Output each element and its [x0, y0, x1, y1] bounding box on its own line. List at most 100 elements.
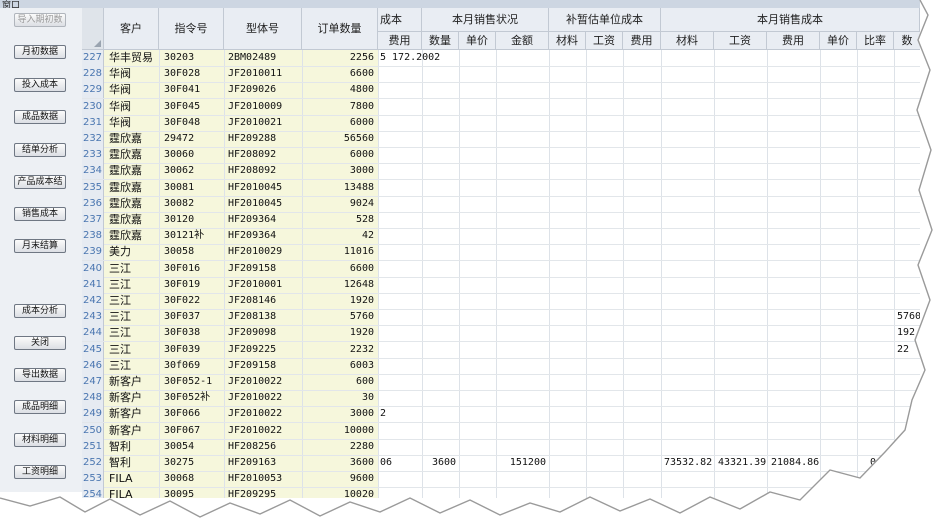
row-number[interactable]: 244 [82, 325, 104, 342]
cell-command-no[interactable]: 30F022 [164, 293, 228, 309]
row-number[interactable]: 243 [82, 309, 104, 326]
cell-command-no[interactable]: 30081 [164, 180, 228, 196]
table-row[interactable]: 254 FILA 30095 HF209295 10020 [82, 487, 920, 498]
cell-command-no[interactable]: 30F052-1 [164, 374, 228, 390]
cell-model-no[interactable]: HF208092 [228, 163, 308, 179]
cell-model-no[interactable]: HF209364 [228, 212, 308, 228]
cell-model-no[interactable]: JF209158 [228, 261, 308, 277]
header-sales-qty[interactable]: 数量 [422, 32, 459, 50]
cell-cost-material[interactable]: 73532.82 [664, 455, 716, 471]
cell-order-qty[interactable]: 7800 [302, 99, 374, 115]
cell-model-no[interactable]: JF2010022 [228, 406, 308, 422]
cell-order-qty[interactable]: 9024 [302, 196, 374, 212]
cell-command-no[interactable]: 30F041 [164, 82, 228, 98]
cell-order-qty[interactable]: 10020 [302, 487, 374, 498]
table-row[interactable]: 247 新客户 30F052-1 JF2010022 600 [82, 374, 920, 391]
cell-customer[interactable]: 霆欣嘉 [109, 228, 159, 244]
row-number[interactable]: 236 [82, 195, 104, 212]
cell-customer[interactable]: 三江 [109, 261, 159, 277]
cell-model-no[interactable]: HF2010053 [228, 471, 308, 487]
close-button[interactable]: 关闭 [14, 336, 66, 350]
cell-order-qty[interactable]: 5760 [302, 309, 374, 325]
cell-customer[interactable]: 三江 [109, 293, 159, 309]
header-model-no[interactable]: 型体号 [224, 8, 302, 50]
cell-order-qty[interactable]: 4800 [302, 82, 374, 98]
cell-fee[interactable]: 2 [380, 406, 450, 422]
cell-command-no[interactable]: 30082 [164, 196, 228, 212]
cell-customer[interactable]: 霆欣嘉 [109, 131, 159, 147]
cell-customer[interactable]: 智利 [109, 455, 159, 471]
cell-sales-amount[interactable]: 151200 [496, 455, 546, 471]
header-cost-price[interactable]: 单价 [820, 32, 857, 50]
cell-order-qty[interactable]: 600 [302, 374, 374, 390]
cell-command-no[interactable]: 30120 [164, 212, 228, 228]
row-number[interactable]: 230 [82, 98, 104, 115]
export-data-button[interactable]: 导出数据 [14, 368, 66, 382]
header-fee[interactable]: 费用 [378, 32, 422, 50]
cell-order-qty[interactable]: 1920 [302, 293, 374, 309]
table-row[interactable]: 244 三江 30F038 JF209098 1920 192 [82, 325, 920, 343]
row-number[interactable]: 247 [82, 374, 104, 390]
cell-command-no[interactable]: 30F016 [164, 261, 228, 277]
row-number[interactable]: 237 [82, 212, 104, 228]
cell-command-no[interactable]: 30F039 [164, 342, 228, 358]
header-sales-amount[interactable]: 金额 [496, 32, 549, 50]
cell-model-no[interactable]: JF209026 [228, 82, 308, 98]
cell-cost-wage[interactable]: 43321.39 [718, 455, 770, 471]
cell-command-no[interactable]: 30054 [164, 439, 228, 455]
header-prov-fee[interactable]: 费用 [623, 32, 661, 50]
cell-command-no[interactable]: 30095 [164, 487, 228, 498]
cell-command-no[interactable]: 30203 [164, 50, 228, 66]
cell-command-no[interactable]: 30058 [164, 244, 228, 260]
table-row[interactable]: 227 华丰贸易 30203 2BM02489 2256 5 172.2002 [82, 50, 920, 67]
cell-model-no[interactable]: JF2010009 [228, 99, 308, 115]
cell-order-qty[interactable]: 9600 [302, 471, 374, 487]
row-number[interactable]: 233 [82, 147, 104, 164]
cell-ratio[interactable]: 0.912 [870, 455, 906, 471]
table-row[interactable]: 241 三江 30F019 JF2010001 12648 [82, 276, 920, 294]
row-number[interactable]: 234 [82, 163, 104, 180]
cell-customer[interactable]: 三江 [109, 277, 159, 293]
cell-model-no[interactable]: HF2010045 [228, 196, 308, 212]
table-row[interactable]: 238 霆欣嘉 30121补 HF209364 42 [82, 228, 920, 246]
row-number[interactable]: 254 [82, 487, 104, 498]
sales-cost-button[interactable]: 销售成本 [14, 207, 66, 221]
cell-customer[interactable]: 新客户 [109, 423, 159, 439]
row-number[interactable]: 249 [82, 406, 104, 423]
cell-customer[interactable]: FILA [109, 471, 159, 487]
cell-partial-edge[interactable]: 22 [897, 342, 920, 358]
cell-command-no[interactable]: 30062 [164, 163, 228, 179]
header-command-no[interactable]: 指令号 [159, 8, 224, 50]
cell-order-qty[interactable]: 6000 [302, 147, 374, 163]
row-number[interactable]: 252 [82, 455, 104, 471]
table-row[interactable]: 228 华阀 30F028 JF2010011 6600 [82, 66, 920, 84]
row-number[interactable]: 238 [82, 228, 104, 245]
cell-order-qty[interactable]: 528 [302, 212, 374, 228]
cell-command-no[interactable]: 30F038 [164, 325, 228, 341]
input-cost-button[interactable]: 投入成本 [14, 78, 66, 92]
cell-command-no[interactable]: 29472 [164, 131, 228, 147]
cell-fee[interactable]: 5 172.2002 [380, 50, 450, 66]
row-number[interactable]: 245 [82, 341, 104, 358]
cell-order-qty[interactable]: 56560 [302, 131, 374, 147]
header-cost-fee[interactable]: 费用 [767, 32, 820, 50]
table-row[interactable]: 235 霆欣嘉 30081 HF2010045 13488 [82, 179, 920, 197]
order-analysis-button[interactable]: 结单分析 [14, 143, 66, 157]
material-detail-button[interactable]: 材料明细 [14, 433, 66, 447]
import-opening-button[interactable]: 导入期初数 [14, 13, 66, 27]
cell-command-no[interactable]: 30F067 [164, 423, 228, 439]
cell-customer[interactable]: 美力 [109, 244, 159, 260]
cell-order-qty[interactable]: 3600 [302, 455, 374, 471]
cell-model-no[interactable]: JF209098 [228, 325, 308, 341]
cell-command-no[interactable]: 30F028 [164, 66, 228, 82]
cell-model-no[interactable]: JF2010011 [228, 66, 308, 82]
cell-order-qty[interactable]: 11016 [302, 244, 374, 260]
cell-order-qty[interactable]: 12648 [302, 277, 374, 293]
row-number[interactable]: 248 [82, 390, 104, 407]
select-all-corner[interactable] [82, 8, 104, 50]
cell-customer[interactable]: 华阀 [109, 115, 159, 131]
table-row[interactable]: 246 三江 30f069 JF209158 6003 [82, 357, 920, 375]
cell-order-qty[interactable]: 10000 [302, 423, 374, 439]
cell-order-qty[interactable]: 6600 [302, 261, 374, 277]
table-row[interactable]: 233 霆欣嘉 30060 HF208092 6000 [82, 147, 920, 165]
